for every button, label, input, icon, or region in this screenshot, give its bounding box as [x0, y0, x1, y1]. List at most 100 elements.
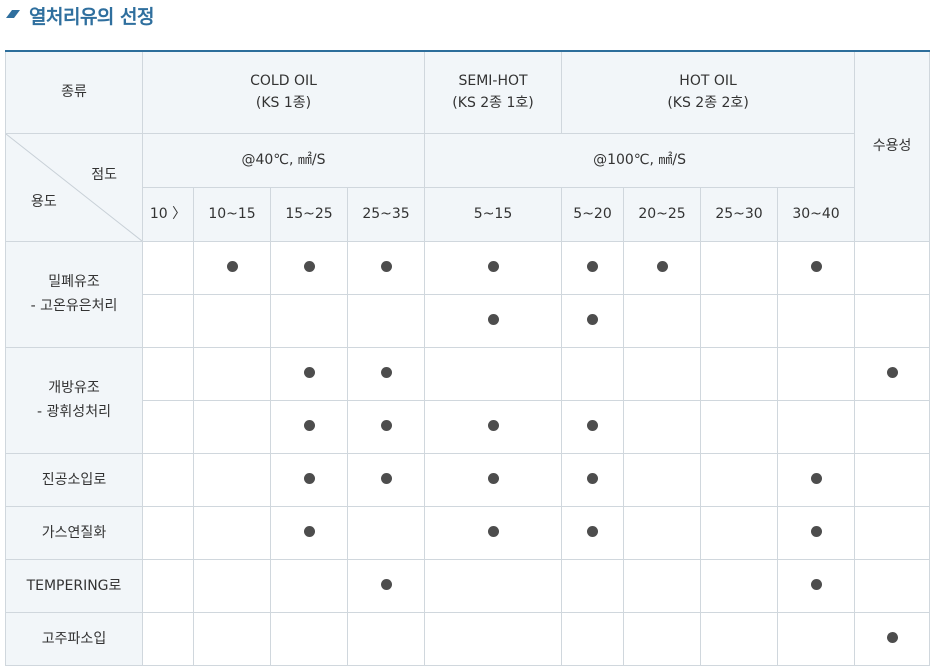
header-hot-oil: HOT OIL (KS 2종 2호) [561, 50, 856, 134]
usage-cell: 고주파소입 [5, 611, 143, 666]
table-cell [424, 611, 563, 666]
table-cell [623, 611, 702, 666]
title-bullet-icon [6, 10, 20, 18]
suitable-dot-icon [587, 419, 599, 431]
oil-selection-table-wrapper: 종류 COLD OIL (KS 1종) SEMI-HOT (KS 2종 1호) … [5, 50, 931, 666]
table-cell [270, 505, 348, 560]
table-cell [777, 505, 856, 560]
table-row: 개방유조 - 광휘성처리 [5, 346, 931, 454]
usage-line: 개방유조 [48, 380, 100, 396]
table-cell [854, 558, 931, 613]
table-row: 가스연질화 [5, 505, 931, 560]
table-cell [270, 240, 348, 295]
table-cell [700, 452, 779, 507]
table-cell [623, 505, 702, 560]
header-row-viscosity: 점도 용도 @40℃, ㎟/S @100℃, ㎟/S [5, 132, 930, 242]
range-header: 25~30 [700, 186, 779, 242]
suitable-dot-icon [303, 525, 315, 537]
suitable-dot-icon [487, 472, 499, 484]
table-cell [561, 452, 625, 507]
table-cell [193, 505, 271, 560]
table-cell [346, 399, 426, 454]
table-cell [346, 346, 426, 401]
table-cell [777, 399, 856, 454]
page-title: 열처리유의 선정 [29, 5, 154, 28]
header-row-ranges: 10 〉 10~15 15~25 25~35 5~15 5~20 20~25 2… [6, 186, 930, 242]
table-row: 진공소입로 [5, 452, 931, 507]
table-cell [561, 293, 625, 348]
table-cell [193, 240, 271, 295]
header-water-soluble: 수용성 [854, 50, 931, 242]
table-cell [777, 346, 856, 401]
table-cell [623, 346, 702, 401]
suitable-dot-icon [810, 525, 822, 537]
semi-hot-standard: (KS 2종 1호) [452, 95, 534, 112]
table-cell [854, 452, 931, 507]
table-cell [561, 399, 625, 454]
table-cell [623, 399, 702, 454]
table-cell [623, 293, 702, 348]
table-cell [561, 346, 625, 401]
table-cell [854, 399, 931, 454]
suitable-dot-icon [380, 578, 392, 590]
table-cell [700, 399, 779, 454]
range-header: 10 〉 [142, 186, 194, 242]
suitable-dot-icon [587, 525, 599, 537]
suitable-dot-icon [303, 366, 315, 378]
table-cell [142, 558, 194, 613]
hot-oil-label: HOT OIL [679, 73, 737, 90]
suitable-dot-icon [810, 578, 822, 590]
suitable-dot-icon [656, 260, 668, 272]
suitable-dot-icon [380, 366, 392, 378]
header-cold-oil: COLD OIL (KS 1종) [141, 50, 426, 134]
suitable-dot-icon [810, 260, 822, 272]
table-cell [142, 611, 194, 666]
range-header: 25~35 [346, 186, 426, 242]
usage-line: - 광휘성처리 [37, 404, 111, 420]
header-diagonal-cell: 점도 용도 [5, 132, 143, 242]
table-cell [142, 452, 194, 507]
table-cell [561, 240, 625, 295]
table-cell [424, 346, 563, 401]
table-cell [193, 346, 271, 401]
usage-cell: 진공소입로 [5, 452, 143, 507]
table-cell [854, 293, 931, 348]
suitable-dot-icon [303, 472, 315, 484]
table-cell [142, 293, 194, 348]
table-cell [346, 452, 426, 507]
table-cell [854, 346, 931, 401]
suitable-dot-icon [380, 472, 392, 484]
table-cell [270, 399, 348, 454]
table-cell [700, 293, 779, 348]
table-cell [700, 346, 779, 401]
table-cell [700, 558, 779, 613]
table-cell [623, 558, 702, 613]
suitable-dot-icon [226, 260, 238, 272]
table-cell [270, 452, 348, 507]
hot-oil-standard: (KS 2종 2호) [667, 95, 749, 112]
usage-cell: 가스연질화 [5, 505, 143, 560]
table-cell [700, 505, 779, 560]
table-cell [142, 346, 194, 401]
suitable-dot-icon [587, 313, 599, 325]
suitable-dot-icon [303, 419, 315, 431]
table-cell [561, 558, 625, 613]
table-cell [424, 399, 563, 454]
header-semi-hot: SEMI-HOT (KS 2종 1호) [424, 50, 563, 134]
table-cell [623, 452, 702, 507]
header-row-oil-type: 종류 COLD OIL (KS 1종) SEMI-HOT (KS 2종 1호) … [5, 50, 931, 242]
table-cell [777, 611, 856, 666]
range-header: 5~20 [561, 186, 625, 242]
range-header: 15~25 [270, 186, 348, 242]
table-cell [142, 399, 194, 454]
table-cell [346, 240, 426, 295]
table-cell [346, 558, 426, 613]
table-cell [854, 505, 931, 560]
table-cell [142, 505, 194, 560]
suitable-dot-icon [587, 472, 599, 484]
range-header: 5~15 [424, 186, 563, 242]
table-cell [777, 240, 856, 295]
usage-cell: 밀폐유조 - 고온유은처리 [5, 240, 143, 348]
suitable-dot-icon [487, 313, 499, 325]
range-header: 20~25 [623, 186, 702, 242]
